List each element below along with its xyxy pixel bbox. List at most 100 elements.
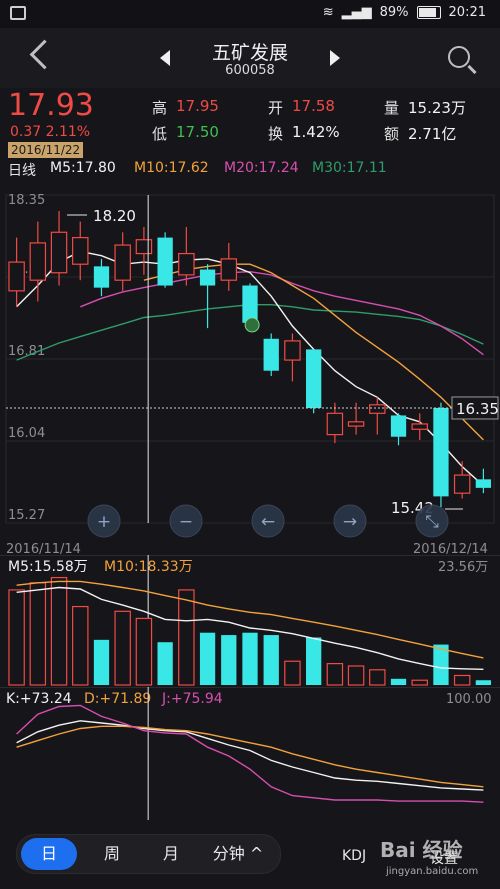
- max-label: 18.20: [93, 207, 136, 225]
- volume-bar: [221, 635, 237, 685]
- status-right: ≋ ▂▄▆ 89% 20:21: [323, 5, 486, 20]
- kline-y-tick: 18.35: [8, 193, 45, 208]
- period-label[interactable]: 日线: [8, 160, 36, 180]
- candle-body: [369, 404, 386, 414]
- period-switcher: 日 周 月 分钟 ^: [16, 834, 281, 874]
- kdj-chart[interactable]: K:+73.24 D:+71.89 J:+75.94 100.00: [0, 687, 500, 820]
- candle-body: [390, 415, 407, 437]
- volume-bar: [157, 642, 173, 685]
- kdj-max-label: 100.00: [446, 692, 492, 707]
- volume-value: 15.23万: [408, 99, 466, 117]
- candle-body: [242, 285, 258, 323]
- volume-bar: [178, 589, 195, 686]
- volume-bar: [135, 617, 153, 686]
- date-start: 2016/11/14: [6, 542, 81, 555]
- zoom-out-glyph: −: [179, 512, 193, 532]
- candle-body: [8, 261, 25, 292]
- open-label: 开: [268, 99, 284, 117]
- candle-body: [411, 423, 428, 430]
- battery-text: 89%: [379, 5, 409, 20]
- selected-date: 2016/11/22: [8, 142, 84, 158]
- volume-bar: [50, 576, 68, 686]
- crosshair-price: 16.35: [456, 400, 499, 418]
- kdj-k-label: K:+73.24: [6, 691, 72, 707]
- volume-bar: [199, 632, 216, 685]
- candle-body: [453, 474, 471, 494]
- kdj-d-label: D:+71.89: [84, 691, 151, 707]
- search-icon[interactable]: [448, 46, 470, 68]
- ma10-label: M10:17.62: [134, 160, 209, 176]
- volume-bar: [8, 589, 25, 686]
- volume-bar: [326, 663, 344, 686]
- signal-icon: ▂▄▆: [341, 5, 372, 20]
- quote-panel: 17.93 0.37 2.11% 2016/11/22 高 17.95 低 17…: [0, 88, 500, 158]
- ma20-label: M20:17.24: [224, 160, 299, 176]
- zoom-in-glyph: +: [97, 512, 111, 532]
- candle-body: [284, 340, 301, 361]
- low-value: 17.50: [176, 123, 219, 141]
- volume-bar: [369, 669, 386, 686]
- wifi-icon: ≋: [322, 5, 334, 20]
- candle-body: [72, 236, 89, 265]
- tab-day[interactable]: 日: [21, 838, 77, 870]
- turnover-value: 1.42%: [292, 123, 340, 141]
- fullscreen-glyph: ⤡: [425, 512, 439, 532]
- tab-month[interactable]: 月: [141, 835, 201, 873]
- candle-body: [135, 239, 153, 255]
- last-price: 17.93: [8, 88, 94, 123]
- date-end: 2016/12/14: [413, 542, 488, 555]
- candle-body: [220, 258, 238, 281]
- kline-chart[interactable]: 18.3517.5816.8116.0415.27 16.3518.2015.4…: [0, 183, 500, 555]
- candle-body: [93, 266, 110, 288]
- zoom-in-icon[interactable]: +: [87, 504, 121, 538]
- high-value: 17.95: [176, 97, 219, 115]
- volume-bar: [390, 678, 407, 685]
- next-icon[interactable]: →: [333, 504, 367, 538]
- kdj-j-label: J:+75.94: [161, 691, 223, 707]
- ma-legend: 日线 M5:17.80 M10:17.62 M20:17.24 M30:17.1…: [0, 160, 500, 182]
- price-change: 0.37 2.11%: [10, 124, 91, 140]
- volume-bar: [263, 635, 279, 685]
- battery-icon: [416, 6, 441, 19]
- tab-week[interactable]: 周: [87, 835, 137, 873]
- candle-body: [263, 338, 279, 371]
- zoom-out-icon[interactable]: −: [169, 504, 203, 538]
- volume-bar: [347, 665, 365, 686]
- volume-bar: [453, 674, 471, 686]
- kline-y-tick: 15.27: [8, 508, 45, 523]
- volume-bar: [72, 605, 89, 686]
- candle-body: [114, 244, 131, 281]
- volume-bar: [475, 680, 492, 685]
- fullscreen-icon[interactable]: ⤡: [415, 504, 449, 538]
- ma5-label: M5:17.80: [50, 160, 116, 176]
- prev-glyph: ←: [261, 512, 275, 532]
- stock-name: 五矿发展: [211, 42, 288, 64]
- candle-body: [29, 242, 47, 281]
- header: 五矿发展 600058: [0, 28, 500, 88]
- volume-chart[interactable]: M5:15.58万 M10:18.33万 23.56万: [0, 555, 500, 687]
- kline-y-tick: 16.04: [8, 426, 45, 441]
- turnover-label: 换: [268, 125, 284, 143]
- volume-bar: [114, 610, 131, 686]
- candle-body: [178, 252, 195, 276]
- volume-bar: [242, 632, 258, 685]
- indicator-kdj[interactable]: KDJ: [342, 848, 366, 864]
- volume-max-label: 23.56万: [438, 560, 488, 575]
- gallery-icon: [10, 6, 26, 20]
- candle-body: [50, 231, 68, 274]
- clock: 20:21: [448, 5, 486, 20]
- candle-body: [433, 407, 449, 497]
- volume-bar: [284, 660, 301, 686]
- ma30-label: M30:17.11: [312, 160, 387, 176]
- watermark-url: jingyan.baidu.com: [386, 866, 479, 877]
- amount-label: 额: [384, 125, 400, 143]
- candle-body: [475, 479, 492, 488]
- candle-body: [199, 269, 216, 286]
- volume-m5-label: M5:15.58万: [8, 559, 88, 575]
- prev-icon[interactable]: ←: [251, 504, 285, 538]
- candle-body: [306, 349, 322, 408]
- event-marker-icon: [244, 317, 260, 333]
- watermark-logo: Bai 经验: [380, 838, 463, 862]
- next-stock-icon[interactable]: [330, 50, 340, 66]
- tab-minute[interactable]: 分钟 ^: [203, 835, 273, 873]
